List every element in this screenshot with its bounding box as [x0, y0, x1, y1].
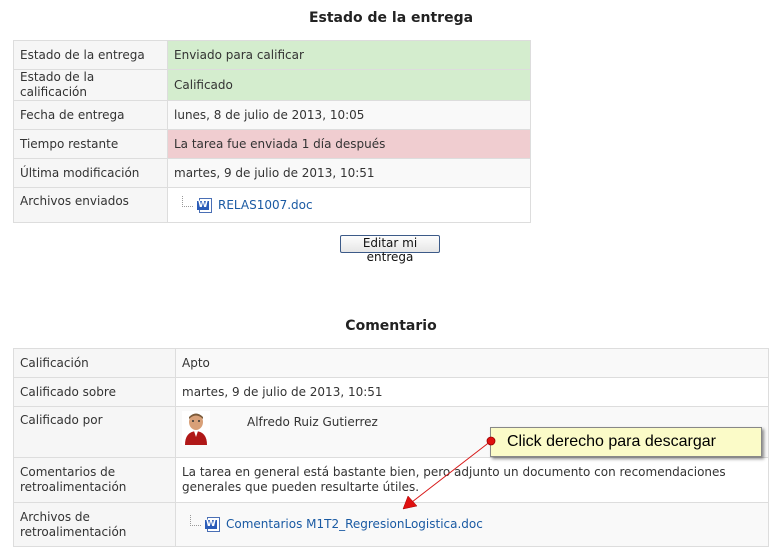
row-label: Estado de la entrega	[13, 40, 168, 70]
row-label: Calificación	[13, 348, 176, 378]
submission-status-table: Estado de la entrega Enviado para califi…	[13, 40, 531, 223]
tree-connector	[182, 195, 193, 207]
feedback-file-link[interactable]: Comentarios M1T2_RegresionLogistica.doc	[226, 517, 483, 532]
word-doc-icon: W	[205, 517, 220, 532]
due-date-value: lunes, 8 de julio de 2013, 10:05	[167, 100, 531, 130]
row-label: Comentarios de retroalimentación	[13, 457, 176, 503]
submitted-files-cell: W RELAS1007.doc	[167, 187, 531, 223]
submitted-file: W RELAS1007.doc	[174, 195, 524, 213]
submitted-file-link[interactable]: RELAS1007.doc	[218, 198, 313, 213]
table-row: Fecha de entrega lunes, 8 de julio de 20…	[13, 100, 531, 130]
row-label: Fecha de entrega	[13, 100, 168, 130]
table-row: Calificado sobre martes, 9 de julio de 2…	[13, 377, 769, 407]
table-row: Archivos enviados W RELAS1007.doc	[13, 187, 531, 223]
row-label: Archivos enviados	[13, 187, 168, 223]
last-modified-value: martes, 9 de julio de 2013, 10:51	[167, 158, 531, 188]
feedback-comment-value: La tarea en general está bastante bien, …	[175, 457, 769, 503]
table-row: Comentarios de retroalimentación La tare…	[13, 457, 769, 503]
grading-status-value: Calificado	[167, 69, 531, 101]
table-row: Calificación Apto	[13, 348, 769, 378]
table-row: Estado de la calificación Calificado	[13, 69, 531, 101]
row-label: Archivos de retroalimentación	[13, 502, 176, 547]
word-doc-icon: W	[197, 197, 212, 213]
graded-on-value: martes, 9 de julio de 2013, 10:51	[175, 377, 769, 407]
row-label: Calificado por	[13, 406, 176, 458]
table-row: Tiempo restante La tarea fue enviada 1 d…	[13, 129, 531, 159]
table-row: Última modificación martes, 9 de julio d…	[13, 158, 531, 188]
feedback-file: W Comentarios M1T2_RegresionLogistica.do…	[182, 515, 762, 532]
feedback-heading: Comentario	[345, 318, 437, 334]
submission-heading: Estado de la entrega	[308, 10, 474, 26]
row-label: Estado de la calificación	[13, 69, 168, 101]
feedback-files-cell: W Comentarios M1T2_RegresionLogistica.do…	[175, 502, 769, 547]
callout-text: Click derecho para descargar	[507, 433, 716, 450]
tree-connector	[190, 515, 201, 526]
grade-value: Apto	[175, 348, 769, 378]
row-label: Última modificación	[13, 158, 168, 188]
grader-name: Alfredo Ruiz Gutierrez	[247, 415, 378, 429]
submission-status-value: Enviado para calificar	[167, 40, 531, 70]
user-avatar	[182, 411, 210, 445]
row-label: Tiempo restante	[13, 129, 168, 159]
edit-submission-button[interactable]: Editar mi entrega	[340, 235, 440, 264]
time-remaining-value: La tarea fue enviada 1 día después	[167, 129, 531, 159]
table-row: Estado de la entrega Enviado para califi…	[13, 40, 531, 70]
annotation-callout: Click derecho para descargar	[490, 427, 762, 457]
table-row: Archivos de retroalimentación W Comentar…	[13, 502, 769, 547]
row-label: Calificado sobre	[13, 377, 176, 407]
